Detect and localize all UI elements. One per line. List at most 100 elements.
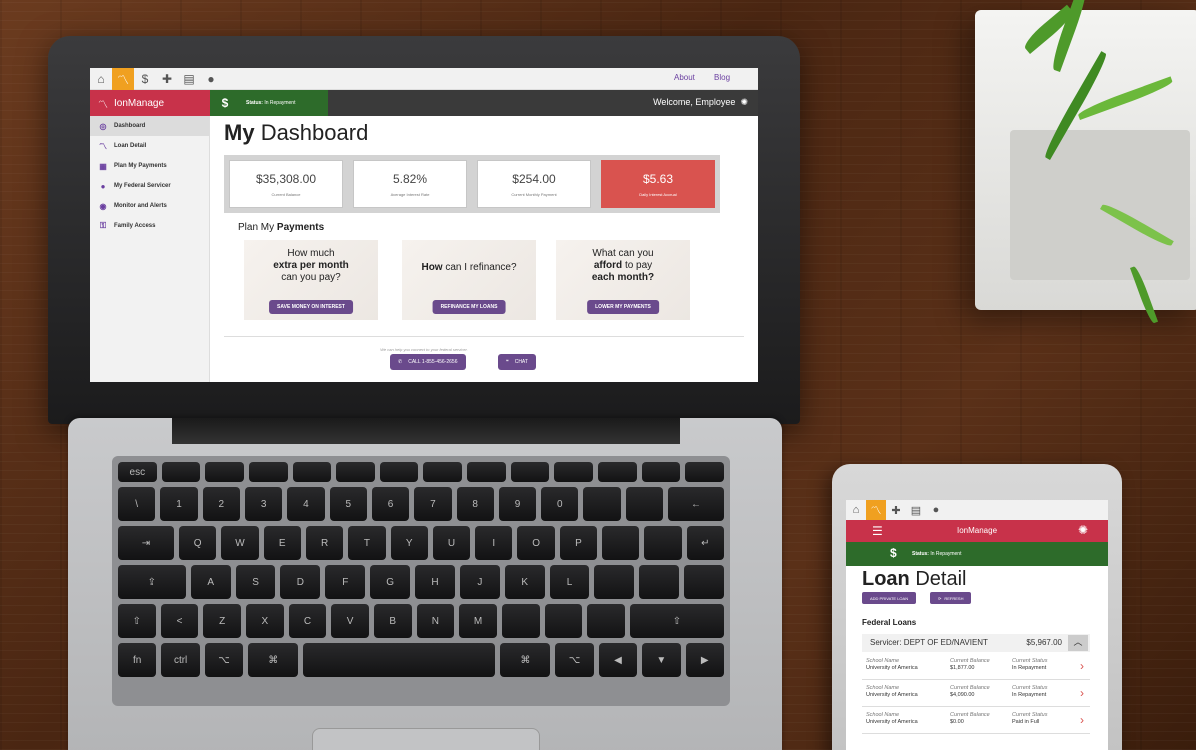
sidebar-item-monitor-alerts[interactable]: ◉ Monitor and Alerts bbox=[90, 196, 209, 216]
info-icon: ● bbox=[100, 181, 106, 191]
tablet-screen: ⌂ 〽 ✚ ▤ ● ☰ IonManage ✺ $ Status: In Rep… bbox=[846, 500, 1108, 750]
chevron-right-icon[interactable]: › bbox=[1080, 686, 1084, 700]
stat-value: 5.82% bbox=[392, 171, 428, 186]
coin-icon[interactable]: $ bbox=[134, 68, 156, 90]
footer-note: We can help you connect to your federal … bbox=[380, 347, 468, 352]
col-header: Current Balance bbox=[950, 712, 990, 718]
page-title-bold: My bbox=[224, 120, 255, 145]
brand-logo[interactable]: 〽 IonManage bbox=[90, 90, 210, 116]
refresh-button[interactable]: ⟳ REFRESH bbox=[930, 592, 972, 604]
balance: $1,877.00 bbox=[950, 665, 975, 671]
blog-link[interactable]: Blog bbox=[714, 73, 730, 82]
plan-title-bold: Payments bbox=[276, 222, 325, 233]
refresh-label: REFRESH bbox=[944, 595, 964, 601]
chat-button[interactable]: ❝ CHAT bbox=[498, 354, 536, 370]
servicer-name: Servicer: DEPT OF ED/NAVIENT bbox=[870, 638, 988, 647]
brand-name: IonManage bbox=[114, 97, 165, 109]
welcome-area[interactable]: Welcome, Employee ✺ bbox=[653, 97, 748, 108]
pulse-icon: 〽 bbox=[99, 141, 107, 151]
call-button[interactable]: ✆ CALL 1-855-456-2656 bbox=[390, 354, 466, 370]
gear-icon[interactable]: ✺ bbox=[1078, 523, 1088, 537]
piggy-bank-icon[interactable]: ● bbox=[926, 500, 946, 520]
tablet-status-bar: $ Status: In Repayment bbox=[846, 542, 1108, 566]
stat-value: $254.00 bbox=[512, 171, 556, 186]
sidebar-item-family-access[interactable]: ⚿ Family Access bbox=[90, 216, 209, 236]
sidebar-item-label: Plan My Payments bbox=[114, 163, 167, 169]
table-row[interactable]: School Name University of America Current… bbox=[862, 708, 1090, 734]
puzzle-icon[interactable]: ✚ bbox=[156, 68, 178, 90]
calendar-icon: ▦ bbox=[99, 161, 107, 171]
plan-card-extra-payment: How much extra per month can you pay? SA… bbox=[244, 240, 378, 320]
card-line: afford bbox=[593, 260, 623, 271]
add-private-loan-button[interactable]: ADD PRIVATE LOAN bbox=[862, 592, 917, 604]
ion-pulse-icon: 〽 bbox=[98, 99, 108, 111]
laptop-screen: ⌂ 〽 $ ✚ ▤ ● About Blog 〽 IonManage $ Sta… bbox=[90, 68, 758, 382]
book-icon[interactable]: ▤ bbox=[178, 68, 200, 90]
book-icon[interactable]: ▤ bbox=[906, 500, 926, 520]
stat-label: Current Balance bbox=[271, 191, 301, 197]
stats-panel: $35,308.00 Current Balance 5.82% Average… bbox=[224, 155, 720, 213]
graduation-cap-icon[interactable]: ⌂ bbox=[90, 68, 112, 90]
stat-label: Average Interest Rate bbox=[390, 191, 430, 197]
sidebar-item-loan-detail[interactable]: 〽 Loan Detail bbox=[90, 136, 209, 156]
page-title: Loan Detail bbox=[862, 568, 966, 591]
status: In Repayment bbox=[1012, 665, 1047, 671]
stat-interest-rate: 5.82% Average Interest Rate bbox=[353, 160, 467, 208]
key-icon: ⚿ bbox=[99, 221, 107, 230]
sidebar-item-dashboard[interactable]: ◎ Dashboard bbox=[90, 116, 209, 136]
table-row[interactable]: School Name University of America Current… bbox=[862, 654, 1090, 680]
stat-daily-interest: $5.63 Daily Interest Accrual bbox=[601, 160, 715, 208]
about-link[interactable]: About bbox=[674, 73, 695, 82]
repayment-status: Status: In Repayment bbox=[912, 551, 961, 557]
footer-divider bbox=[224, 336, 744, 337]
tablet-brand-bar: ☰ IonManage ✺ bbox=[846, 520, 1108, 542]
monitor-icon: ◉ bbox=[99, 201, 107, 211]
chevron-up-icon[interactable]: ︿ bbox=[1068, 635, 1088, 651]
save-money-button[interactable]: SAVE MONEY ON INTEREST bbox=[269, 300, 353, 314]
page-title-bold: Loan bbox=[862, 568, 910, 590]
stat-value: $35,308.00 bbox=[255, 171, 317, 186]
graduation-cap-icon[interactable]: ⌂ bbox=[846, 500, 866, 520]
refinance-loans-button[interactable]: REFINANCE MY LOANS bbox=[432, 300, 506, 314]
page-title-rest: Detail bbox=[915, 568, 967, 590]
plant-pot-inner bbox=[1010, 130, 1190, 280]
brand-name: IonManage bbox=[956, 526, 998, 535]
laptop-trackpad bbox=[312, 728, 540, 750]
gear-icon[interactable]: ✺ bbox=[738, 97, 748, 107]
sidebar-item-plan-my-payments[interactable]: ▦ Plan My Payments bbox=[90, 156, 209, 176]
lower-payments-button[interactable]: LOWER MY PAYMENTS bbox=[587, 300, 659, 314]
chevron-right-icon[interactable]: › bbox=[1080, 659, 1084, 673]
status-value: In Repayment bbox=[930, 551, 962, 557]
status-value: In Repayment bbox=[264, 100, 296, 106]
page-title-rest: Dashboard bbox=[260, 120, 369, 145]
table-row[interactable]: School Name University of America Current… bbox=[862, 681, 1090, 707]
sidebar-item-label: Monitor and Alerts bbox=[114, 203, 167, 209]
chat-label: CHAT bbox=[514, 359, 528, 365]
pulse-icon[interactable]: 〽 bbox=[112, 68, 134, 90]
sidebar-item-label: Family Access bbox=[114, 223, 156, 229]
card-line: What can you bbox=[592, 248, 654, 259]
stat-monthly-payment: $254.00 Current Monthly Payment bbox=[477, 160, 591, 208]
dollar-icon: $ bbox=[210, 90, 240, 116]
col-header: Current Balance bbox=[950, 685, 990, 691]
card-line: can you pay? bbox=[281, 272, 341, 283]
chevron-right-icon[interactable]: › bbox=[1080, 713, 1084, 727]
card-line: to pay bbox=[624, 260, 653, 271]
balance: $4,090.00 bbox=[950, 692, 975, 698]
welcome-text: Welcome, Employee bbox=[653, 97, 736, 107]
puzzle-icon[interactable]: ✚ bbox=[886, 500, 906, 520]
status-label: Status: bbox=[912, 551, 929, 557]
status-label: Status: bbox=[246, 100, 263, 106]
stat-current-balance: $35,308.00 Current Balance bbox=[229, 160, 343, 208]
pulse-icon[interactable]: 〽 bbox=[866, 500, 886, 520]
sidebar-item-federal-servicer[interactable]: ● My Federal Servicer bbox=[90, 176, 209, 196]
servicer-row[interactable]: Servicer: DEPT OF ED/NAVIENT $5,967.00 ︿ bbox=[862, 634, 1090, 652]
stat-value: $5.63 bbox=[642, 171, 674, 186]
piggy-bank-icon[interactable]: ● bbox=[200, 68, 222, 90]
col-header: School Name bbox=[866, 658, 900, 664]
page-title: My Dashboard bbox=[224, 120, 368, 146]
col-header: School Name bbox=[866, 712, 900, 718]
phone-icon: ✆ bbox=[398, 359, 403, 365]
dollar-icon: $ bbox=[890, 546, 897, 560]
card-line: How much bbox=[287, 248, 335, 259]
